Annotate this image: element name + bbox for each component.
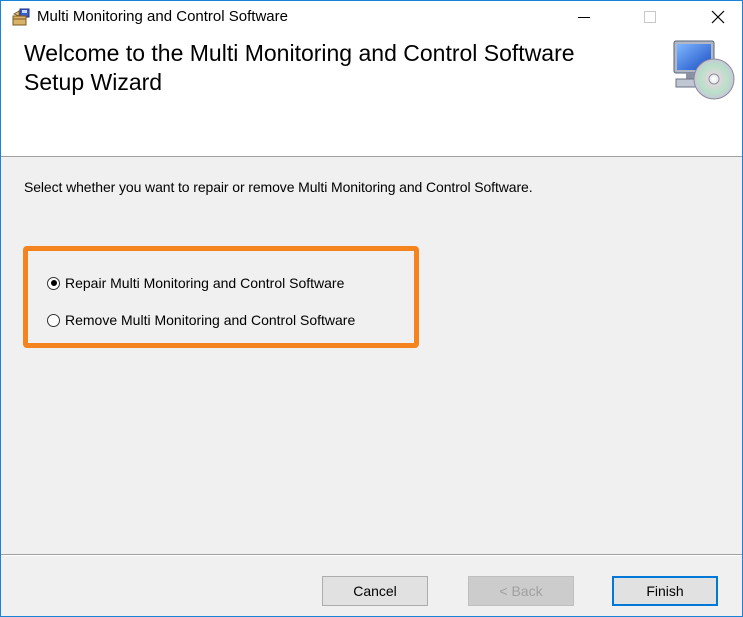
options-highlight-box [23,246,419,348]
computer-cd-icon [670,39,738,101]
maximize-icon [644,10,656,23]
setup-wizard-window: Multi Monitoring and Control Software We… [0,0,743,617]
minimize-button[interactable] [561,1,607,32]
remove-radio[interactable] [47,313,60,327]
close-icon [711,10,725,24]
close-button[interactable] [695,1,741,32]
wizard-header: Welcome to the Multi Monitoring and Cont… [1,32,742,157]
wizard-heading: Welcome to the Multi Monitoring and Cont… [24,40,575,95]
back-button: < Back [468,576,574,606]
repair-option-label: Repair Multi Monitoring and Control Soft… [65,275,345,291]
repair-option[interactable]: Repair Multi Monitoring and Control Soft… [47,275,344,291]
installer-icon [11,8,31,26]
maximize-button [627,1,673,32]
minimize-icon [578,11,590,23]
cancel-button[interactable]: Cancel [322,576,428,606]
window-title: Multi Monitoring and Control Software [37,8,288,25]
remove-option-label: Remove Multi Monitoring and Control Soft… [65,312,356,328]
footer-divider [1,554,742,556]
title-bar[interactable]: Multi Monitoring and Control Software [1,1,742,32]
repair-radio[interactable] [47,276,60,290]
instruction-text: Select whether you want to repair or rem… [24,179,533,195]
finish-button[interactable]: Finish [612,576,718,606]
remove-option[interactable]: Remove Multi Monitoring and Control Soft… [47,312,355,328]
